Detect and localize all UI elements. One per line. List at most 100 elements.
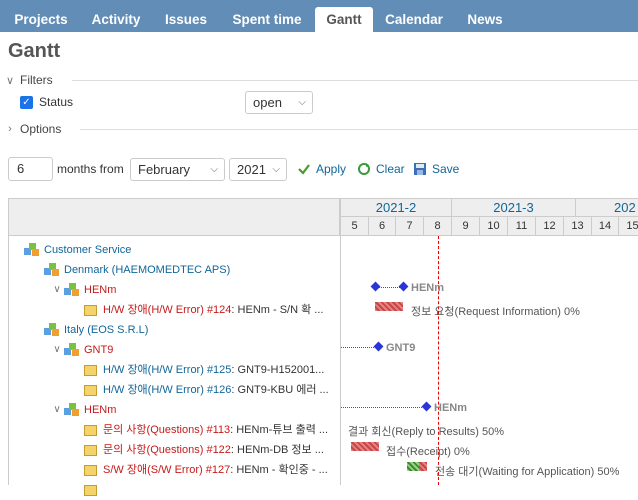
save-icon bbox=[414, 163, 426, 175]
version-bar bbox=[341, 407, 426, 408]
version-bar-label: HENm bbox=[411, 282, 445, 294]
project-link[interactable]: Italy (EOS S.R.L) bbox=[64, 320, 148, 340]
issue-icon bbox=[84, 424, 97, 436]
version-icon bbox=[64, 403, 80, 417]
version-bar-label: HENm bbox=[434, 402, 468, 414]
tab-gantt[interactable]: Gantt bbox=[315, 7, 373, 32]
gantt-timeline-header: 2021-2 2021-3 202 5 6 7 8 9 10 11 12 13 … bbox=[340, 198, 638, 236]
tab-issues[interactable]: Issues bbox=[157, 7, 215, 32]
issue-subject: : GNT9-KBU 에러 ... bbox=[231, 384, 329, 396]
issue-icon bbox=[84, 364, 97, 376]
issue-row: H/W 장애(H/W Error) #125 : GNT9-H152001... bbox=[84, 360, 324, 380]
month-header: 2021-3 bbox=[451, 199, 575, 217]
checkmark-icon bbox=[298, 164, 310, 175]
main-menu: Projects Activity Issues Spent time Gant… bbox=[0, 0, 638, 32]
week-header: 9 bbox=[451, 217, 479, 235]
issue-bar[interactable] bbox=[351, 442, 379, 451]
project-icon bbox=[24, 243, 40, 257]
project-row: Italy (EOS S.R.L) bbox=[44, 320, 148, 340]
project-link[interactable]: Customer Service bbox=[44, 240, 131, 260]
tab-calendar[interactable]: Calendar bbox=[378, 7, 450, 32]
issue-subject: : HENm-DB 정보 ... bbox=[230, 444, 324, 456]
issue-bar-progress[interactable] bbox=[407, 462, 419, 471]
issue-icon bbox=[84, 484, 97, 496]
issue-row: 문의 사항(Questions) #122 : HENm-DB 정보 ... bbox=[84, 440, 324, 460]
apply-button[interactable]: Apply bbox=[297, 161, 346, 177]
month-select[interactable]: February ⌵ bbox=[130, 158, 225, 181]
week-header: 14 bbox=[591, 217, 618, 235]
issue-bar[interactable] bbox=[419, 462, 427, 471]
year-value: 2021 bbox=[237, 162, 266, 177]
issue-subject: : HENm-튜브 출력 ... bbox=[230, 424, 329, 436]
week-header: 6 bbox=[368, 217, 395, 235]
version-link[interactable]: HENm bbox=[84, 400, 116, 420]
issue-link[interactable]: 문의 사항(Questions) #113 bbox=[103, 420, 230, 440]
version-icon bbox=[64, 343, 80, 357]
version-bar-label: GNT9 bbox=[386, 342, 416, 354]
week-header: 13 bbox=[563, 217, 591, 235]
gantt-left-border bbox=[8, 236, 9, 485]
months-from-label: months from bbox=[57, 162, 124, 176]
options-legend: Options bbox=[20, 122, 62, 136]
tab-news[interactable]: News bbox=[460, 7, 510, 32]
tab-spent-time[interactable]: Spent time bbox=[223, 7, 311, 32]
issue-link[interactable]: 문의 사항(Questions) #122 bbox=[103, 440, 231, 460]
status-checkbox[interactable]: ✓ bbox=[20, 96, 33, 109]
chevron-down-icon[interactable]: ∨ bbox=[50, 340, 64, 360]
filters-divider bbox=[72, 80, 638, 81]
chevron-down-icon: ⌵ bbox=[298, 97, 306, 108]
issue-icon bbox=[84, 464, 97, 476]
issue-link[interactable]: H/W 장애(H/W Error) #126 bbox=[103, 380, 231, 400]
version-row: ∨ GNT9 bbox=[50, 340, 113, 360]
version-link[interactable]: HENm bbox=[84, 280, 116, 300]
issue-row: H/W 장애(H/W Error) #126 : GNT9-KBU 에러 ... bbox=[84, 380, 329, 400]
year-select[interactable]: 2021 ⌵ bbox=[229, 158, 287, 181]
page-title: Gantt bbox=[8, 40, 61, 62]
issue-bar-label: 결과 회신(Reply to Results) 50% bbox=[348, 426, 505, 438]
status-value: open bbox=[253, 95, 282, 110]
chevron-down-icon[interactable]: ∨ bbox=[50, 280, 64, 300]
chevron-down-icon: ⌵ bbox=[210, 164, 218, 175]
issue-subject: : GNT9-H152001... bbox=[231, 364, 325, 376]
gantt-separator bbox=[340, 236, 341, 485]
project-link[interactable]: Denmark (HAEMOMEDTEC APS) bbox=[64, 260, 230, 280]
milestone-marker bbox=[370, 281, 381, 292]
issue-subject: : HENm - 확인중 - ... bbox=[230, 464, 328, 476]
issue-link[interactable]: H/W 장애(H/W Error) #125 bbox=[103, 360, 231, 380]
milestone-marker bbox=[421, 401, 432, 412]
tab-projects[interactable]: Projects bbox=[6, 7, 76, 32]
week-header: 5 bbox=[340, 217, 368, 235]
save-label: Save bbox=[432, 162, 460, 176]
project-row: Denmark (HAEMOMEDTEC APS) bbox=[44, 260, 230, 280]
clear-button[interactable]: Clear bbox=[357, 161, 405, 177]
project-icon bbox=[44, 323, 60, 337]
version-link[interactable]: GNT9 bbox=[84, 340, 113, 360]
reload-icon bbox=[358, 163, 370, 175]
issue-link[interactable]: H/W 장애(H/W Error) #124 bbox=[103, 300, 231, 320]
save-button[interactable]: Save bbox=[413, 161, 459, 177]
milestone-marker bbox=[373, 341, 384, 352]
project-row: Customer Service bbox=[24, 240, 131, 260]
chevron-down-icon: ∨ bbox=[5, 74, 15, 87]
issue-link[interactable]: S/W 장애(S/W Error) #127 bbox=[103, 460, 230, 480]
week-header: 11 bbox=[507, 217, 535, 235]
options-toggle[interactable]: › Options bbox=[0, 122, 61, 136]
week-header: 15 bbox=[618, 217, 638, 235]
month-value: February bbox=[138, 162, 191, 177]
tab-activity[interactable]: Activity bbox=[84, 7, 148, 32]
months-input[interactable]: 6 bbox=[8, 157, 53, 181]
status-operator-select[interactable]: open ⌵ bbox=[245, 91, 313, 114]
issue-icon bbox=[84, 384, 97, 396]
issue-subject: : HENm - S/N 확 ... bbox=[231, 304, 324, 316]
gantt-subjects-header bbox=[8, 198, 340, 236]
issue-row: H/W 장애(H/W Error) #124 : HENm - S/N 확 ..… bbox=[84, 300, 323, 320]
issue-bar[interactable] bbox=[375, 302, 403, 311]
filters-toggle[interactable]: ∨ Filters bbox=[0, 73, 53, 87]
clear-label: Clear bbox=[376, 162, 405, 176]
chevron-down-icon[interactable]: ∨ bbox=[50, 400, 64, 420]
filters-legend: Filters bbox=[20, 73, 53, 87]
months-value: 6 bbox=[17, 161, 25, 176]
options-divider bbox=[80, 129, 638, 130]
apply-label: Apply bbox=[316, 162, 347, 176]
project-icon bbox=[44, 263, 60, 277]
